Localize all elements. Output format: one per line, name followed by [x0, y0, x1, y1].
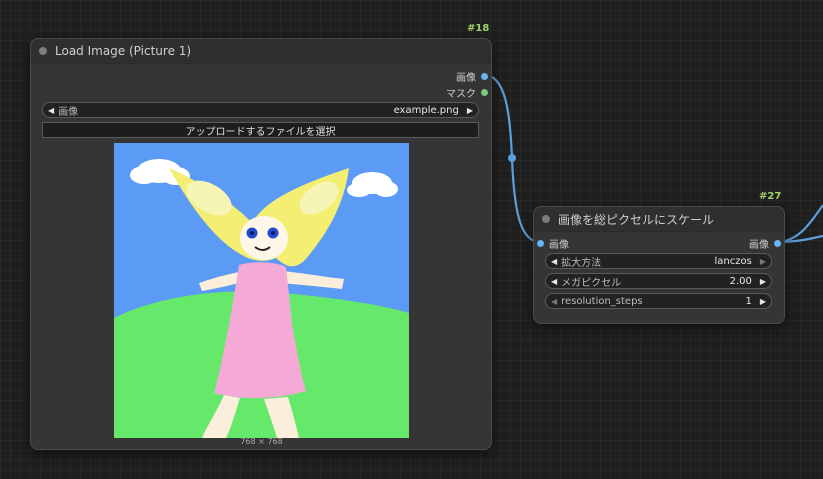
image-select-value: example.png	[393, 104, 459, 116]
upscale-method-widget[interactable]: ◀ 拡大方法 lanczos ▶	[545, 253, 772, 269]
resolution-steps-label: resolution_steps	[561, 295, 643, 307]
preview-dimensions-caption: 768 × 768	[240, 437, 283, 446]
scale-node-title: 画像を総ピクセルにスケール	[558, 212, 715, 227]
megapixels-value: 2.00	[729, 275, 752, 287]
scale-node-header[interactable]: 画像を総ピクセルにスケール	[534, 207, 784, 232]
load-image-node-header[interactable]: Load Image (Picture 1)	[31, 39, 491, 64]
output-slot-image-label: 画像	[456, 72, 476, 84]
right-arrow-icon[interactable]: ▶	[760, 257, 766, 266]
image-select-widget[interactable]: ◀ 画像 example.png ▶	[42, 102, 479, 118]
resolution-steps-widget[interactable]: ◀ resolution_steps 1 ▶	[545, 293, 772, 309]
node-id-18: #18	[467, 23, 490, 34]
input-slot-image[interactable]: 画像	[537, 236, 569, 251]
node-id-27: #27	[759, 191, 782, 202]
image-preview	[114, 143, 409, 438]
input-slot-image-label: 画像	[549, 239, 569, 251]
output-slot-mask[interactable]: マスク	[446, 85, 488, 100]
left-arrow-icon[interactable]: ◀	[551, 277, 557, 286]
resolution-steps-value: 1	[745, 295, 752, 307]
scale-image-node[interactable]: 画像を総ピクセルにスケール 画像 画像 ◀ 拡大方法 lanczos ▶ ◀ メ…	[533, 206, 785, 324]
collapse-dot-icon[interactable]	[39, 47, 47, 55]
output-image-dot-icon[interactable]	[481, 72, 488, 80]
right-arrow-icon[interactable]: ▶	[760, 277, 766, 286]
output-slot-image-label: 画像	[749, 239, 769, 251]
link-reroute-dot	[508, 154, 516, 162]
upload-file-button[interactable]: アップロードするファイルを選択	[42, 122, 479, 138]
output-slot-image[interactable]: 画像	[456, 69, 488, 84]
load-image-node[interactable]: Load Image (Picture 1) 画像 マスク ◀ 画像 examp…	[30, 38, 492, 450]
output-slot-mask-label: マスク	[446, 88, 476, 100]
load-image-node-title: Load Image (Picture 1)	[55, 44, 192, 58]
output-mask-dot-icon[interactable]	[481, 88, 488, 96]
left-arrow-icon[interactable]: ◀	[551, 257, 557, 266]
megapixels-label: メガピクセル	[561, 277, 622, 289]
left-arrow-icon[interactable]: ◀	[48, 106, 54, 115]
right-arrow-icon[interactable]: ▶	[467, 106, 473, 115]
upscale-method-label: 拡大方法	[561, 257, 602, 269]
left-arrow-icon[interactable]: ◀	[551, 297, 557, 306]
upscale-method-value: lanczos	[714, 255, 752, 267]
output-image-dot-icon[interactable]	[774, 239, 781, 247]
right-arrow-icon[interactable]: ▶	[760, 297, 766, 306]
collapse-dot-icon[interactable]	[542, 215, 550, 223]
input-image-dot-icon[interactable]	[537, 239, 544, 247]
output-slot-image[interactable]: 画像	[749, 236, 781, 251]
megapixels-widget[interactable]: ◀ メガピクセル 2.00 ▶	[545, 273, 772, 289]
image-select-label: 画像	[58, 106, 79, 118]
